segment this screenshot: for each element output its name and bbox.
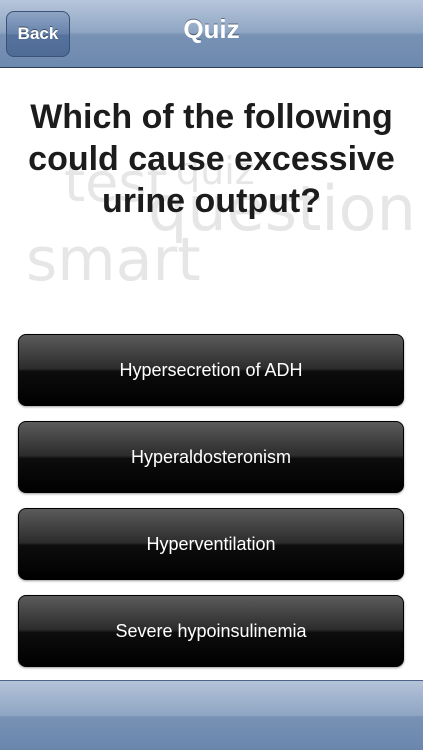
back-button[interactable]: Back [6, 11, 70, 57]
answer-button-2[interactable]: Hyperaldosteronism [18, 421, 404, 493]
question-text: Which of the following could cause exces… [28, 98, 395, 220]
bottom-toolbar [0, 680, 423, 750]
answer-button-3[interactable]: Hyperventilation [18, 508, 404, 580]
answer-label: Severe hypoinsulinemia [115, 620, 307, 641]
quiz-content: test quiz question smart Which of the fo… [0, 68, 423, 680]
answer-label: Hyperventilation [146, 533, 276, 554]
answer-label: Hyperaldosteronism [130, 446, 292, 467]
answer-button-4[interactable]: Severe hypoinsulinemia [18, 595, 404, 667]
answer-button-1[interactable]: Hypersecretion of ADH [18, 334, 404, 406]
answer-label: Hypersecretion of ADH [119, 359, 303, 380]
navigation-bar: Back Quiz [0, 0, 423, 68]
watermark-word-smart: smart [26, 225, 201, 295]
